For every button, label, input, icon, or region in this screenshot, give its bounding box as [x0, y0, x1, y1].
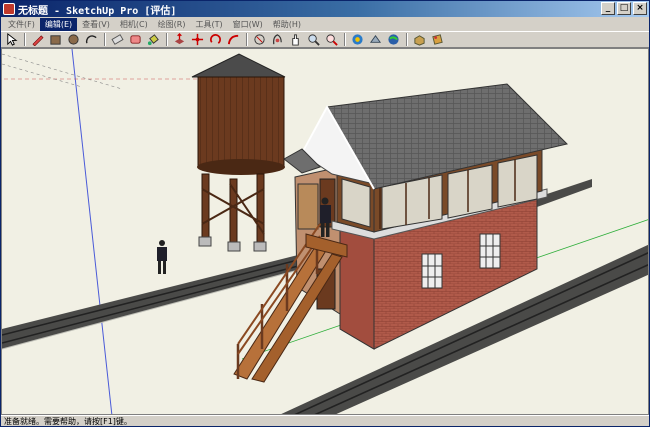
- tape-measure-icon[interactable]: [127, 32, 143, 47]
- orbit-icon[interactable]: [269, 32, 285, 47]
- minimize-button[interactable]: _: [601, 2, 615, 15]
- eraser-icon[interactable]: [109, 32, 125, 47]
- water-tower: [191, 53, 286, 252]
- pan-icon[interactable]: [287, 32, 303, 47]
- menu-help[interactable]: 帮助(H): [268, 18, 306, 31]
- paint-bucket-icon[interactable]: [145, 32, 161, 47]
- google-earth-icon[interactable]: [385, 32, 401, 47]
- model-viewport[interactable]: [1, 48, 649, 415]
- circle-icon[interactable]: [65, 32, 81, 47]
- status-text: 准备就绪。需要帮助，请按[F1]键。: [4, 417, 132, 426]
- rectangle-icon[interactable]: [47, 32, 63, 47]
- toolbar: [1, 31, 649, 48]
- menu-draw[interactable]: 绘图(R): [153, 18, 191, 31]
- arc-icon[interactable]: [83, 32, 99, 47]
- rotate-icon[interactable]: [207, 32, 223, 47]
- app-window: 无标题 - SketchUp Pro [评估] _ □ × 文件(F) 编辑(E…: [0, 0, 650, 427]
- select-icon[interactable]: [3, 32, 19, 47]
- sketchup-app-icon[interactable]: [3, 3, 15, 15]
- menu-bar: 文件(F) 编辑(E) 查看(V) 相机(C) 绘图(R) 工具(T) 窗口(W…: [1, 17, 649, 31]
- toolbar-separator: [344, 33, 346, 46]
- close-button[interactable]: ×: [633, 2, 647, 15]
- offset-icon[interactable]: [251, 32, 267, 47]
- components-icon[interactable]: [411, 32, 427, 47]
- maximize-button[interactable]: □: [617, 2, 631, 15]
- menu-view[interactable]: 查看(V): [77, 18, 115, 31]
- window-controls: _ □ ×: [601, 2, 647, 15]
- get-models-icon[interactable]: [349, 32, 365, 47]
- toolbar-separator: [166, 33, 168, 46]
- menu-edit[interactable]: 编辑(E): [39, 17, 78, 31]
- toolbar-separator: [24, 33, 26, 46]
- zoom-extents-icon[interactable]: [323, 32, 339, 47]
- menu-tools[interactable]: 工具(T): [191, 18, 228, 31]
- window-title: 无标题 - SketchUp Pro [评估]: [18, 5, 177, 17]
- push-pull-icon[interactable]: [171, 32, 187, 47]
- share-model-icon[interactable]: [367, 32, 383, 47]
- title-bar[interactable]: 无标题 - SketchUp Pro [评估] _ □ ×: [1, 1, 649, 17]
- menu-camera[interactable]: 相机(C): [115, 18, 153, 31]
- zoom-icon[interactable]: [305, 32, 321, 47]
- menu-file[interactable]: 文件(F): [3, 18, 40, 31]
- person-left: [157, 240, 167, 274]
- railway-track-left: [2, 254, 303, 350]
- toolbar-separator: [246, 33, 248, 46]
- follow-me-icon[interactable]: [225, 32, 241, 47]
- toolbar-separator: [406, 33, 408, 46]
- status-bar: 准备就绪。需要帮助，请按[F1]键。: [1, 415, 649, 427]
- materials-icon[interactable]: [429, 32, 445, 47]
- toolbar-separator: [104, 33, 106, 46]
- move-icon[interactable]: [189, 32, 205, 47]
- pencil-line-icon[interactable]: [29, 32, 45, 47]
- menu-window[interactable]: 窗口(W): [228, 18, 268, 31]
